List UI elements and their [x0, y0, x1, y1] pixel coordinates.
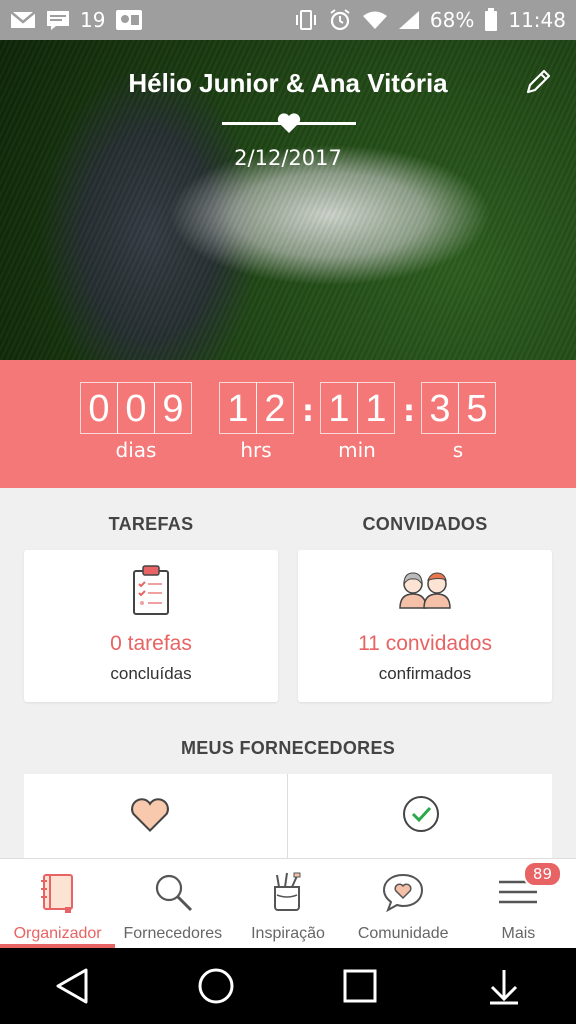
- search-icon: [155, 874, 192, 912]
- battery-percent: 68%: [429, 8, 475, 32]
- notebook-icon: [40, 874, 73, 913]
- more-badge: 89: [522, 861, 563, 887]
- status-bar: 19 68% 11:48: [0, 0, 576, 40]
- guests-status: confirmados: [378, 664, 472, 683]
- home-circle-icon: [198, 968, 234, 1004]
- couple-photo-header: Hélio Junior & Ana Vitória 2/12/2017: [0, 40, 576, 360]
- notification-19-icon: 19: [80, 8, 106, 32]
- recents-button[interactable]: [336, 962, 384, 1010]
- back-triangle-icon: [56, 968, 88, 1004]
- nav-comunidade-label: Comunidade: [357, 925, 449, 942]
- edit-pencil-icon[interactable]: [524, 66, 554, 96]
- signal-icon: [398, 10, 420, 30]
- countdown-hours: 12: [219, 382, 294, 434]
- back-button[interactable]: [48, 962, 96, 1010]
- message-icon: [46, 10, 70, 30]
- heart-icon: [131, 798, 169, 833]
- vendors-card: [24, 774, 552, 864]
- countdown-seconds: 35: [421, 382, 496, 434]
- heart-icon: [277, 113, 301, 133]
- nav-fornecedores[interactable]: Fornecedores: [115, 859, 230, 948]
- tasks-status: concluídas: [110, 664, 192, 683]
- vendors-favorites[interactable]: [24, 774, 287, 864]
- nav-fornecedores-label: Fornecedores: [123, 925, 223, 942]
- nav-organizador[interactable]: Organizador: [0, 859, 116, 948]
- days-digit-2: 0: [117, 382, 155, 434]
- nav-inspiracao-label: Inspiração: [251, 925, 325, 942]
- wifi-icon: [362, 10, 388, 30]
- hide-keyboard-button[interactable]: [480, 962, 528, 1010]
- hours-digit-1: 1: [219, 382, 257, 434]
- days-digit-3: 9: [154, 382, 192, 434]
- couple-icon: [399, 572, 451, 609]
- hours-label: hrs: [240, 438, 272, 462]
- status-left: 19: [10, 8, 143, 32]
- countdown-minutes: 11: [320, 382, 395, 434]
- cup-icon: [274, 872, 301, 911]
- hours-digit-2: 2: [256, 382, 294, 434]
- arrow-down-icon: [490, 970, 518, 1005]
- tasks-count: 0 tarefas: [110, 632, 192, 655]
- vibrate-icon: [294, 9, 318, 31]
- couple-names: Hélio Junior & Ana Vitória: [128, 68, 448, 98]
- nav-organizador-label: Organizador: [13, 925, 102, 942]
- countdown-days: 009: [80, 382, 192, 434]
- check-circle-icon: [403, 796, 439, 832]
- gmail-icon: [10, 10, 36, 30]
- clock: 11:48: [508, 8, 566, 32]
- chat-heart-icon: [383, 873, 424, 913]
- tasks-card[interactable]: 0 tarefas concluídas: [24, 550, 278, 702]
- battery-icon: [484, 8, 498, 32]
- nav-mais-label: Mais: [501, 925, 536, 942]
- recents-square-icon: [343, 969, 377, 1003]
- minutes-digit-1: 1: [320, 382, 358, 434]
- guests-card[interactable]: 11 convidados confirmados: [298, 550, 552, 702]
- seconds-digit-1: 3: [421, 382, 459, 434]
- status-right: 68% 11:48: [294, 8, 566, 32]
- seconds-digit-2: 5: [458, 382, 496, 434]
- minutes-label: min: [338, 438, 376, 462]
- clipboard-checklist-icon: [133, 565, 169, 615]
- tasks-heading: TAREFAS: [108, 514, 194, 534]
- guests-count: 11 convidados: [358, 632, 492, 655]
- countdown-timer: 009 dias 12 hrs : 11 min : 35 s: [0, 360, 576, 488]
- days-digit-1: 0: [80, 382, 118, 434]
- photo-icon: [115, 9, 143, 31]
- nav-mais[interactable]: 89 Mais: [461, 859, 576, 948]
- home-button[interactable]: [192, 962, 240, 1010]
- alarm-icon: [328, 8, 352, 32]
- wedding-date: 2/12/2017: [234, 146, 342, 170]
- bottom-navigation: Organizador Fornecedores Inspiração Comu…: [0, 858, 576, 948]
- heart-divider: [222, 113, 356, 134]
- colon-1: :: [302, 394, 314, 429]
- seconds-label: s: [452, 438, 464, 462]
- android-navigation-bar: [0, 948, 576, 1024]
- nav-inspiracao[interactable]: Inspiração: [230, 859, 345, 948]
- colon-2: :: [403, 394, 415, 429]
- vendors-heading: MEUS FORNECEDORES: [180, 738, 396, 758]
- days-label: dias: [115, 438, 157, 462]
- nav-comunidade[interactable]: Comunidade: [346, 859, 461, 948]
- minutes-digit-2: 1: [357, 382, 395, 434]
- guests-heading: CONVIDADOS: [362, 514, 488, 534]
- vendors-hired[interactable]: [288, 774, 552, 864]
